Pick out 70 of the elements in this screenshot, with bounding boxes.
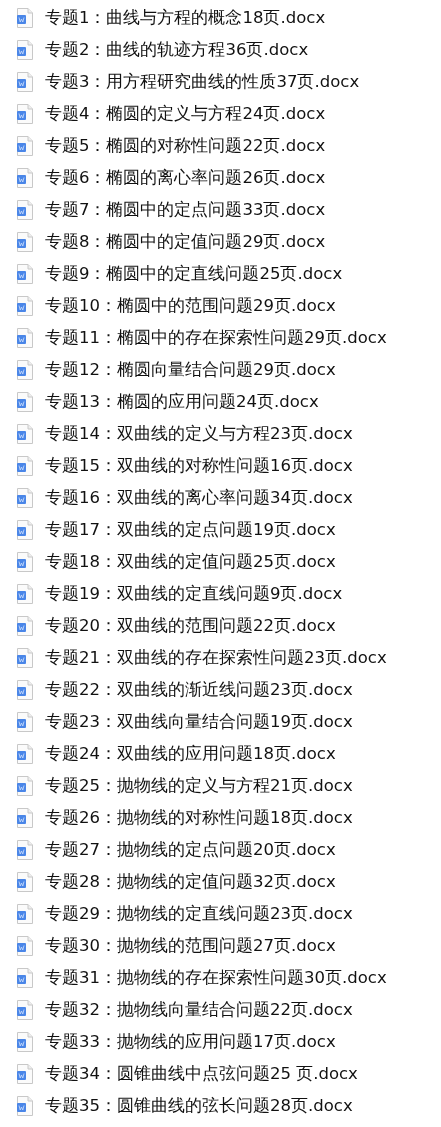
document-icon	[17, 232, 33, 252]
file-name[interactable]: 专题16：双曲线的离心率问题34页.docx	[45, 487, 353, 509]
document-icon	[17, 712, 33, 732]
document-icon	[17, 456, 33, 476]
document-icon	[17, 1064, 33, 1084]
file-name[interactable]: 专题20：双曲线的范围问题22页.docx	[45, 615, 336, 637]
file-name[interactable]: 专题19：双曲线的定直线问题9页.docx	[45, 583, 343, 605]
document-icon	[17, 264, 33, 284]
document-icon	[17, 616, 33, 636]
document-icon	[17, 360, 33, 380]
file-name[interactable]: 专题5：椭圆的对称性问题22页.docx	[45, 135, 326, 157]
file-name[interactable]: 专题13：椭圆的应用问题24页.docx	[45, 391, 319, 413]
file-name[interactable]: 专题29：抛物线的定直线问题23页.docx	[45, 903, 353, 925]
document-icon	[17, 392, 33, 412]
file-name[interactable]: 专题8：椭圆中的定值问题29页.docx	[45, 231, 326, 253]
file-name[interactable]: 专题14：双曲线的定义与方程23页.docx	[45, 423, 353, 445]
file-name[interactable]: 专题9：椭圆中的定直线问题25页.docx	[45, 263, 343, 285]
file-name[interactable]: 专题34：圆锥曲线中点弦问题25 页.docx	[45, 1063, 358, 1085]
document-icon	[17, 584, 33, 604]
file-name[interactable]: 专题4：椭圆的定义与方程24页.docx	[45, 103, 326, 125]
file-name[interactable]: 专题26：抛物线的对称性问题18页.docx	[45, 807, 353, 829]
file-name[interactable]: 专题28：抛物线的定值问题32页.docx	[45, 871, 336, 893]
document-icon	[17, 680, 33, 700]
file-name[interactable]: 专题31：抛物线的存在探索性问题30页.docx	[45, 967, 387, 989]
document-icon	[17, 136, 33, 156]
document-icon	[17, 40, 33, 60]
document-icon	[17, 168, 33, 188]
document-icon	[17, 104, 33, 124]
file-name[interactable]: 专题33：抛物线的应用问题17页.docx	[45, 1031, 336, 1053]
file-name[interactable]: 专题25：抛物线的定义与方程21页.docx	[45, 775, 353, 797]
document-icon	[17, 72, 33, 92]
file-name[interactable]: 专题24：双曲线的应用问题18页.docx	[45, 743, 336, 765]
file-name[interactable]: 专题6：椭圆的离心率问题26页.docx	[45, 167, 326, 189]
file-name[interactable]: 专题22：双曲线的渐近线问题23页.docx	[45, 679, 353, 701]
file-name[interactable]: 专题27：抛物线的定点问题20页.docx	[45, 839, 336, 861]
file-name[interactable]: 专题10：椭圆中的范围问题29页.docx	[45, 295, 336, 317]
document-icon	[17, 200, 33, 220]
document-icon	[17, 648, 33, 668]
document-icon	[17, 1096, 33, 1116]
document-icon	[17, 520, 33, 540]
document-icon	[17, 296, 33, 316]
document-icon	[17, 968, 33, 988]
document-icon	[17, 872, 33, 892]
document-icon	[17, 776, 33, 796]
file-name[interactable]: 专题23：双曲线向量结合问题19页.docx	[45, 711, 353, 733]
document-icon	[17, 744, 33, 764]
file-name[interactable]: 专题17：双曲线的定点问题19页.docx	[45, 519, 336, 541]
file-name[interactable]: 专题1：曲线与方程的概念18页.docx	[45, 7, 326, 29]
document-icon	[17, 488, 33, 508]
file-name[interactable]: 专题15：双曲线的对称性问题16页.docx	[45, 455, 353, 477]
file-name[interactable]: 专题30：抛物线的范围问题27页.docx	[45, 935, 336, 957]
file-name[interactable]: 专题21：双曲线的存在探索性问题23页.docx	[45, 647, 387, 669]
file-name[interactable]: 专题35：圆锥曲线的弦长问题28页.docx	[45, 1095, 353, 1117]
document-icon	[17, 1032, 33, 1052]
document-icon	[17, 8, 33, 28]
file-name[interactable]: 专题18：双曲线的定值问题25页.docx	[45, 551, 336, 573]
document-icon	[17, 808, 33, 828]
file-name[interactable]: 专题12：椭圆向量结合问题29页.docx	[45, 359, 336, 381]
file-name[interactable]: 专题2：曲线的轨迹方程36页.docx	[45, 39, 309, 61]
document-icon	[17, 328, 33, 348]
document-icon	[17, 552, 33, 572]
document-icon	[17, 1000, 33, 1020]
document-icon	[17, 424, 33, 444]
document-icon	[17, 936, 33, 956]
document-icon	[17, 840, 33, 860]
document-icon	[17, 904, 33, 924]
file-name[interactable]: 专题7：椭圆中的定点问题33页.docx	[45, 199, 326, 221]
file-name[interactable]: 专题3：用方程研究曲线的性质37页.docx	[45, 71, 360, 93]
file-name[interactable]: 专题32：抛物线向量结合问题22页.docx	[45, 999, 353, 1021]
file-name[interactable]: 专题11：椭圆中的存在探索性问题29页.docx	[45, 327, 387, 349]
